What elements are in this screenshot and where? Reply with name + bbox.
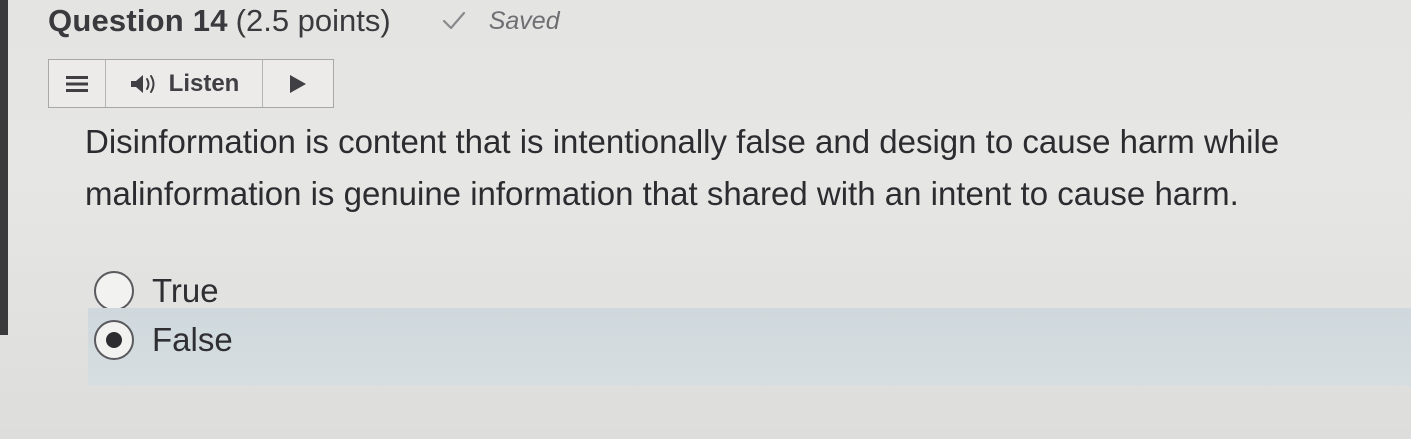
option-false[interactable]: False (88, 308, 1411, 386)
radio-button-false[interactable] (94, 320, 134, 360)
play-button[interactable] (263, 60, 333, 107)
option-label-true: True (152, 272, 219, 309)
saved-label: Saved (488, 6, 560, 35)
saved-status: Saved (441, 7, 560, 36)
listen-label: Listen (168, 69, 240, 97)
listen-button[interactable]: Listen (106, 60, 263, 107)
hamburger-menu-icon (66, 75, 88, 92)
left-panel-edge (0, 0, 8, 335)
radio-selected-dot (106, 332, 122, 348)
question-text: Disinformation is content that is intent… (85, 123, 1280, 212)
toolbar-menu-button[interactable] (49, 60, 106, 107)
question-title: Question 14 (48, 3, 228, 38)
option-label-false: False (152, 321, 233, 358)
listen-toolbar: Listen (48, 59, 334, 108)
question-points: (2.5 points) (235, 3, 391, 38)
radio-button-true[interactable] (94, 271, 134, 311)
speaker-icon (130, 74, 155, 93)
checkmark-icon (442, 11, 465, 30)
play-icon (290, 74, 306, 93)
question-header: Question 14 (2.5 points) Saved (48, 0, 560, 42)
